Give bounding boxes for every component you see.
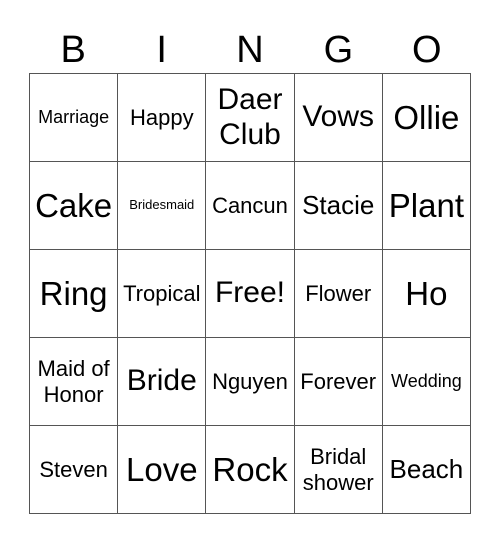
header-letter-b: B [60, 29, 86, 71]
header-letter-g: G [323, 29, 354, 71]
bingo-cell[interactable]: Flower [294, 250, 383, 338]
bingo-cell[interactable]: Beach [382, 426, 471, 514]
bingo-cell[interactable]: Plant [382, 162, 471, 250]
bingo-cell[interactable]: Cake [30, 162, 119, 250]
bingo-cell[interactable]: Maid of Honor [30, 338, 119, 426]
bingo-cell[interactable]: Rock [206, 426, 295, 514]
bingo-cell[interactable]: Ollie [382, 74, 471, 162]
free-space-cell[interactable]: Free! [206, 250, 295, 338]
bingo-cell[interactable]: Nguyen [206, 338, 295, 426]
bingo-cell[interactable]: Bride [118, 338, 207, 426]
bingo-cell[interactable]: Tropical [118, 250, 207, 338]
header-letter-o: O [412, 29, 442, 71]
bingo-cell[interactable]: Bridal shower [294, 426, 383, 514]
bingo-cell[interactable]: Forever [294, 338, 383, 426]
header-letter-n: N [236, 29, 264, 71]
bingo-cell[interactable]: Cancun [206, 162, 295, 250]
bingo-cell[interactable]: Vows [294, 74, 383, 162]
bingo-cell[interactable]: Love [118, 426, 207, 514]
bingo-cell[interactable]: Happy [118, 74, 207, 162]
bingo-cell[interactable]: Bridesmaid [118, 162, 207, 250]
bingo-cell[interactable]: Daer Club [206, 74, 295, 162]
bingo-grid: Marriage Happy Daer Club Vows Ollie Cake… [29, 73, 471, 514]
bingo-header: B I N G O [29, 28, 471, 72]
header-letter-i: I [156, 29, 167, 71]
bingo-cell[interactable]: Stacie [294, 162, 383, 250]
bingo-cell[interactable]: Ring [30, 250, 119, 338]
bingo-cell[interactable]: Steven [30, 426, 119, 514]
bingo-cell[interactable]: Wedding [382, 338, 471, 426]
bingo-cell[interactable]: Ho [382, 250, 471, 338]
bingo-cell[interactable]: Marriage [30, 74, 119, 162]
